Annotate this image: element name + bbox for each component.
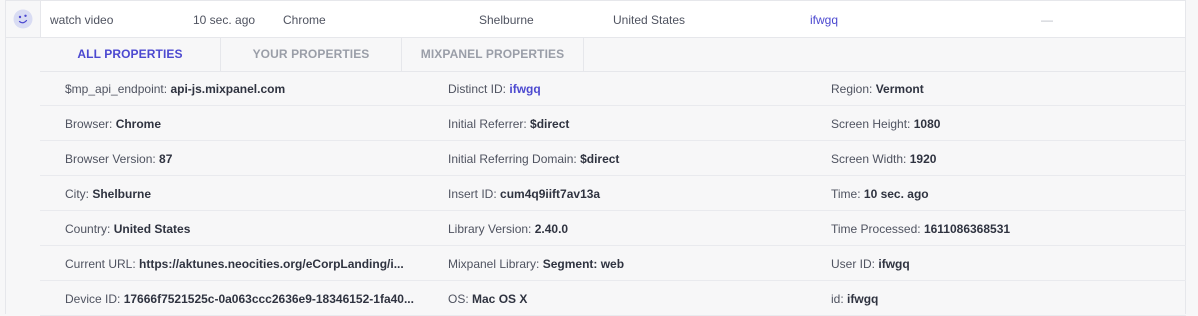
property-value: Mac OS X (472, 292, 528, 306)
property-row: Browser: Chrome Initial Referrer: $direc… (40, 106, 1186, 141)
property-value: https://aktunes.neocities.org/eCorpLandi… (139, 257, 404, 271)
property-item: Browser: Chrome (65, 117, 425, 131)
event-city: Shelburne (479, 13, 534, 27)
event-country: United States (613, 13, 686, 27)
property-row: City: Shelburne Insert ID: cum4q9iift7av… (40, 176, 1186, 211)
property-value: ifwgq (878, 257, 910, 271)
property-item: Initial Referring Domain: $direct (448, 152, 808, 166)
property-key: City: (65, 187, 89, 201)
property-key: Initial Referrer: (448, 117, 527, 131)
property-key: Screen Width: (831, 152, 907, 166)
property-item: Device ID: 17666f7521525c-0a063ccc2636e9… (65, 292, 425, 306)
property-key: Region: (831, 82, 873, 96)
property-row: $mp_api_endpoint: api-js.mixpanel.com Di… (40, 71, 1186, 106)
property-value: 87 (159, 152, 173, 166)
property-key: Initial Referring Domain: (448, 152, 577, 166)
property-row: Browser Version: 87 Initial Referring Do… (40, 141, 1186, 176)
property-item: $mp_api_endpoint: api-js.mixpanel.com (65, 82, 425, 96)
property-key: Screen Height: (831, 117, 911, 131)
smiley-avatar-icon (13, 9, 33, 29)
property-key: Time: (831, 187, 861, 201)
tab-your-properties[interactable]: YOUR PROPERTIES (221, 38, 402, 71)
property-key: Mixpanel Library: (448, 257, 540, 271)
property-value: Shelburne (92, 187, 152, 201)
property-item: Initial Referrer: $direct (448, 117, 808, 131)
tab-mixpanel-properties[interactable]: MIXPANEL PROPERTIES (402, 38, 584, 71)
property-item: Library Version: 2.40.0 (448, 222, 808, 236)
property-row: Device ID: 17666f7521525c-0a063ccc2636e9… (40, 281, 1186, 316)
event-user-link[interactable]: ifwgq (810, 13, 838, 27)
property-key: Country: (65, 222, 111, 236)
property-value: $direct (580, 152, 620, 166)
property-key: Current URL: (65, 257, 136, 271)
distinct-id-link[interactable]: ifwgq (509, 82, 540, 96)
tab-all-properties[interactable]: ALL PROPERTIES (40, 38, 221, 71)
property-item: City: Shelburne (65, 187, 425, 201)
property-value: $direct (530, 117, 570, 131)
property-key: Insert ID: (448, 187, 497, 201)
property-item: id: ifwgq (831, 292, 1171, 306)
properties-panel: ALL PROPERTIES YOUR PROPERTIES MIXPANEL … (5, 38, 1186, 316)
properties-grid: $mp_api_endpoint: api-js.mixpanel.com Di… (40, 71, 1186, 316)
property-key: Time Processed: (831, 222, 921, 236)
property-value: ifwgq (847, 292, 879, 306)
property-key: Library Version: (448, 222, 532, 236)
properties-tabs: ALL PROPERTIES YOUR PROPERTIES MIXPANEL … (40, 38, 1186, 72)
property-value: Vermont (875, 82, 924, 96)
property-item: Time: 10 sec. ago (831, 187, 1171, 201)
property-item: Time Processed: 1611086368531 (831, 222, 1171, 236)
property-item: Region: Vermont (831, 82, 1171, 96)
property-value: Segment: web (542, 257, 625, 271)
property-item: Screen Height: 1080 (831, 117, 1171, 131)
property-key: OS: (448, 292, 469, 306)
property-value: 1920 (909, 152, 937, 166)
event-extra-value: — (1041, 13, 1053, 27)
event-avatar-cell (6, 1, 41, 37)
property-key: Device ID: (65, 292, 121, 306)
property-item: Insert ID: cum4q9iift7av13a (448, 187, 808, 201)
property-key: User ID: (831, 257, 876, 271)
property-value: Chrome (115, 117, 162, 131)
property-item: User ID: ifwgq (831, 257, 1171, 271)
property-row: Current URL: https://aktunes.neocities.o… (40, 246, 1186, 281)
event-time: 10 sec. ago (193, 13, 256, 27)
property-item: Current URL: https://aktunes.neocities.o… (65, 257, 425, 271)
property-value: 17666f7521525c-0a063ccc2636e9-18346152-1… (123, 292, 414, 306)
property-key: Distinct ID: (448, 82, 507, 96)
property-value: 1611086368531 (923, 222, 1011, 236)
property-item: Distinct ID: ifwgq (448, 82, 808, 96)
property-key: Browser: (65, 117, 113, 131)
property-key: id: (831, 292, 844, 306)
property-item: Mixpanel Library: Segment: web (448, 257, 808, 271)
property-item: Browser Version: 87 (65, 152, 425, 166)
property-value: api-js.mixpanel.com (170, 82, 286, 96)
property-item: Screen Width: 1920 (831, 152, 1171, 166)
property-value: 1080 (913, 117, 941, 131)
event-row[interactable]: watch video 10 sec. ago Chrome Shelburne… (5, 0, 1186, 38)
event-browser: Chrome (283, 13, 326, 27)
property-value: United States (113, 222, 191, 236)
property-value: 2.40.0 (534, 222, 569, 236)
property-item: OS: Mac OS X (448, 292, 808, 306)
property-value: 10 sec. ago (863, 187, 929, 201)
property-row: Country: United States Library Version: … (40, 211, 1186, 246)
property-key: $mp_api_endpoint: (65, 82, 168, 96)
event-name: watch video (50, 13, 114, 27)
property-item: Country: United States (65, 222, 425, 236)
property-key: Browser Version: (65, 152, 156, 166)
property-value: cum4q9iift7av13a (500, 187, 601, 201)
